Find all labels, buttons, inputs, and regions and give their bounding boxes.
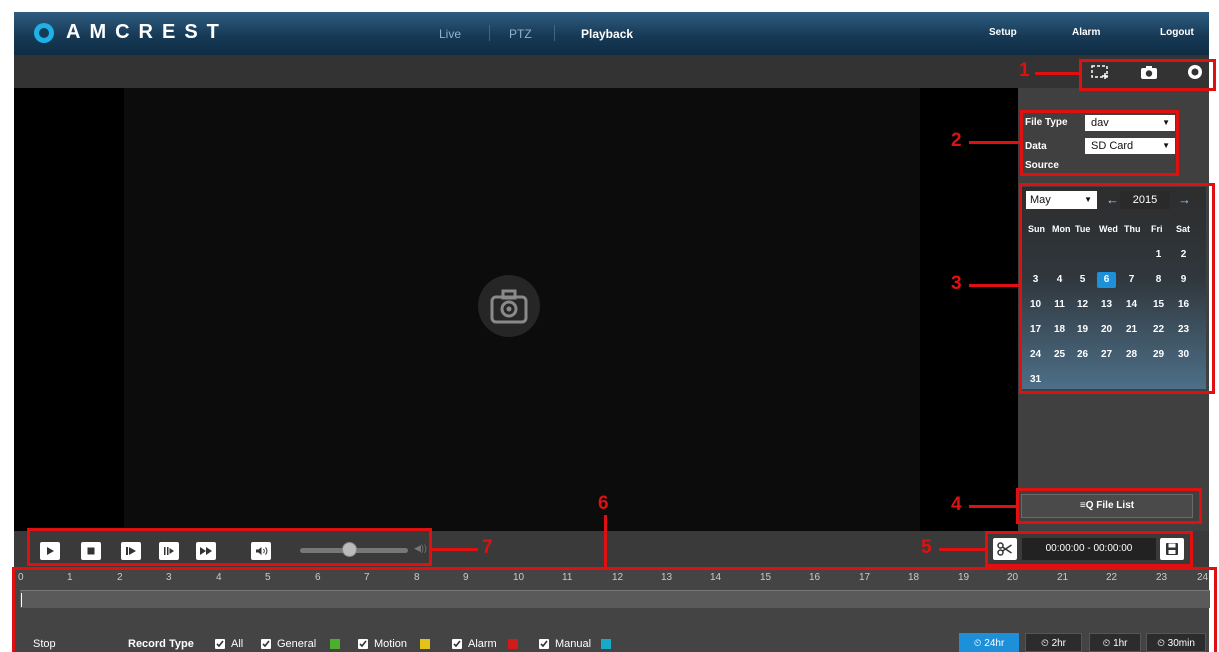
- setup-link[interactable]: Setup: [989, 27, 1017, 38]
- annotation-number-3: 3: [951, 273, 962, 294]
- brand-logo-icon: [34, 22, 54, 43]
- nav-ptz[interactable]: PTZ: [509, 27, 532, 41]
- annotation-leader-4: [969, 505, 1016, 508]
- header-bar: AMCREST Live PTZ Playback Setup Alarm Lo…: [14, 12, 1209, 55]
- nav-divider: [554, 25, 555, 41]
- annotation-box-2: [1020, 110, 1179, 176]
- annotation-leader-5: [939, 548, 985, 551]
- annotation-leader-7: [432, 548, 478, 551]
- brand-logo: AMCREST: [34, 21, 228, 44]
- annotation-leader-6: [604, 515, 607, 567]
- annotation-number-7: 7: [482, 537, 493, 558]
- annotation-number-5: 5: [921, 537, 932, 558]
- brand-name: AMCREST: [66, 21, 228, 43]
- annotation-leader-1: [1035, 72, 1079, 75]
- annotation-number-1: 1: [1019, 60, 1030, 81]
- annotation-box-3: [1019, 183, 1215, 394]
- no-video-camera-icon: [478, 275, 540, 337]
- annotation-box-7: [27, 528, 432, 566]
- annotation-leader-3: [969, 284, 1019, 287]
- annotation-box-4: [1016, 488, 1202, 524]
- logout-link[interactable]: Logout: [1160, 27, 1194, 38]
- annotation-number-2: 2: [951, 130, 962, 151]
- alarm-link[interactable]: Alarm: [1072, 27, 1100, 38]
- nav-playback[interactable]: Playback: [581, 27, 633, 41]
- nav-live[interactable]: Live: [439, 27, 461, 41]
- video-player[interactable]: [14, 88, 1018, 531]
- annotation-box-1: [1079, 59, 1216, 91]
- annotation-number-4: 4: [951, 494, 962, 515]
- annotation-leader-2: [969, 141, 1020, 144]
- annotation-box-5: [985, 531, 1193, 567]
- annotation-number-6: 6: [598, 493, 609, 514]
- annotation-box-6: [12, 567, 1217, 652]
- nav-divider: [489, 25, 490, 41]
